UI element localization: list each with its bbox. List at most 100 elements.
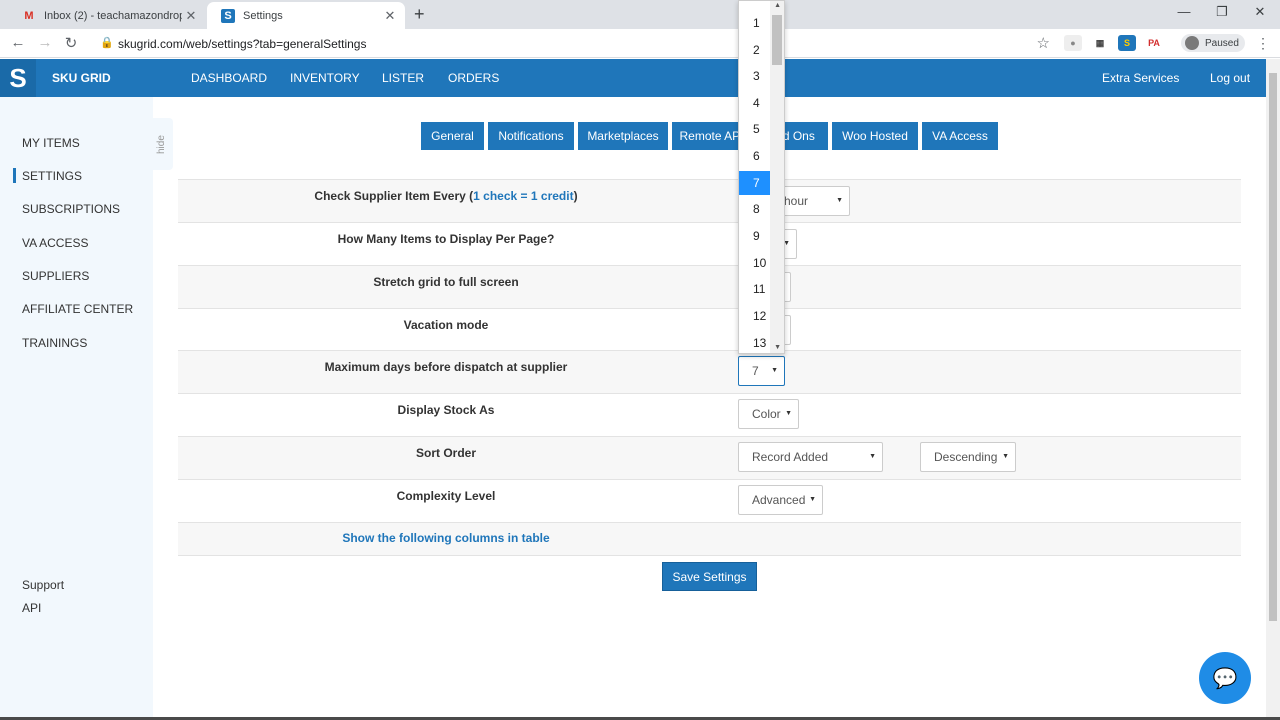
close-window-icon[interactable]: ✕ — [1250, 4, 1270, 20]
chevron-down-icon: ▼ — [836, 197, 843, 204]
chevron-down-icon: ▼ — [771, 367, 778, 374]
menu-icon[interactable]: ⋮ — [1256, 35, 1270, 52]
extension-grid-icon[interactable]: ▦ — [1091, 35, 1109, 51]
chat-bubble-icon[interactable]: 💬 — [1199, 652, 1251, 704]
gmail-icon: M — [24, 9, 34, 22]
chevron-down-icon: ▼ — [869, 453, 876, 460]
dropdown-scrollbar[interactable]: ▲ ▼ — [770, 1, 784, 353]
dropdown-option[interactable]: 6 — [739, 144, 771, 168]
dropdown-option[interactable]: 4 — [739, 91, 771, 115]
page-scrollbar[interactable] — [1266, 59, 1280, 720]
setting-row-complexity: Complexity Level — [178, 479, 1241, 522]
row-label: Maximum days before dispatch at supplier — [324, 360, 568, 374]
scroll-up-icon[interactable]: ▲ — [774, 2, 781, 9]
setting-row-sort-order: Sort Order — [178, 436, 1241, 479]
browser-tab-gmail[interactable]: M Inbox (2) - teachamazondropship ✕ — [8, 2, 206, 29]
scroll-thumb[interactable] — [1269, 73, 1277, 621]
sort-direction-select[interactable]: Descending ▼ — [920, 442, 1016, 472]
sort-field-select[interactable]: Record Added ▼ — [738, 442, 883, 472]
dropdown-option[interactable]: 9 — [739, 224, 771, 248]
nav-lister[interactable]: LISTER — [382, 71, 424, 85]
scroll-thumb[interactable] — [772, 15, 782, 65]
hide-sidebar-toggle[interactable]: hide — [153, 118, 173, 170]
setting-row-check-supplier: Check Supplier Item Every (1 check = 1 c… — [178, 179, 1241, 222]
dropdown-option[interactable]: 2 — [739, 38, 771, 62]
scroll-down-icon[interactable]: ▼ — [774, 344, 781, 351]
browser-tabstrip: M Inbox (2) - teachamazondropship ✕ S Se… — [0, 0, 1280, 29]
url-text: skugrid.com/web/settings?tab=generalSett… — [118, 37, 367, 51]
sidebar-item-support[interactable]: Support — [22, 578, 64, 592]
dropdown-option[interactable]: 12 — [739, 304, 771, 328]
nav-inventory[interactable]: INVENTORY — [290, 71, 360, 85]
chevron-down-icon: ▼ — [785, 410, 792, 417]
sidebar-item-affiliate-center[interactable]: AFFILIATE CENTER — [22, 302, 133, 316]
back-icon[interactable]: ← — [9, 34, 27, 51]
sidebar-item-subscriptions[interactable]: SUBSCRIPTIONS — [22, 202, 120, 216]
nav-dashboard[interactable]: DASHBOARD — [191, 71, 267, 85]
url-field[interactable]: 🔒 skugrid.com/web/settings?tab=generalSe… — [92, 32, 1062, 55]
sidebar-item-suppliers[interactable]: SUPPLIERS — [22, 269, 89, 283]
save-settings-button[interactable]: Save Settings — [662, 562, 757, 591]
setting-row-stretch-grid: Stretch grid to full screen — [178, 265, 1241, 308]
setting-row-items-per-page: How Many Items to Display Per Page? — [178, 222, 1241, 265]
minimize-icon[interactable]: — — [1174, 4, 1194, 19]
credit-note-link[interactable]: 1 check = 1 credit — [473, 189, 573, 203]
brand-name[interactable]: SKU GRID — [52, 71, 111, 85]
sidebar-active-indicator — [13, 168, 16, 183]
display-stock-select[interactable]: Color ▼ — [738, 399, 799, 429]
tab-general[interactable]: General — [421, 122, 484, 150]
row-label: Display Stock As — [397, 403, 495, 417]
tab-title: Settings — [243, 9, 283, 22]
dropdown-option[interactable]: 5 — [739, 117, 771, 141]
new-tab-icon[interactable]: + — [414, 4, 425, 25]
sidebar: MY ITEMS SETTINGS SUBSCRIPTIONS VA ACCES… — [0, 97, 153, 720]
sidebar-item-va-access[interactable]: VA ACCESS — [22, 236, 88, 250]
row-label: Check Supplier Item Every (1 check = 1 c… — [314, 189, 578, 203]
forward-icon[interactable]: → — [36, 34, 54, 51]
max-dispatch-days-select[interactable]: 7 ▼ — [738, 356, 785, 386]
close-tab-icon[interactable]: ✕ — [381, 8, 399, 24]
tab-title: Inbox (2) - teachamazondropship — [44, 9, 182, 22]
sidebar-item-api[interactable]: API — [22, 601, 41, 615]
sidebar-item-my-items[interactable]: MY ITEMS — [22, 136, 80, 150]
tab-marketplaces[interactable]: Marketplaces — [578, 122, 668, 150]
dropdown-option[interactable]: 1 — [739, 11, 771, 35]
logo-icon[interactable]: S — [0, 59, 36, 97]
profile-paused-button[interactable]: Paused — [1181, 34, 1245, 52]
maximize-icon[interactable]: ❐ — [1212, 4, 1232, 20]
tab-woo-hosted[interactable]: Woo Hosted — [832, 122, 918, 150]
complexity-level-select[interactable]: Advanced ▼ — [738, 485, 823, 515]
dropdown-option[interactable]: 10 — [739, 251, 771, 275]
show-columns-link[interactable]: Show the following columns in table — [178, 531, 714, 545]
extension-icon[interactable]: ● — [1064, 35, 1082, 51]
app-header: S SKU GRID DASHBOARD INVENTORY LISTER OR… — [0, 59, 1266, 97]
show-columns-row: Show the following columns in table — [178, 522, 1241, 556]
skugrid-favicon-icon: S — [221, 8, 235, 23]
extension-pa-icon[interactable]: PA — [1145, 35, 1163, 51]
nav-extra-services[interactable]: Extra Services — [1102, 71, 1179, 85]
tab-va-access[interactable]: VA Access — [922, 122, 998, 150]
dropdown-option[interactable]: 13 — [739, 331, 771, 353]
setting-row-vacation-mode: Vacation mode — [178, 308, 1241, 351]
dispatch-days-dropdown-list[interactable]: 1 2 3 4 5 6 7 8 9 10 11 12 13 ▲ ▼ — [738, 0, 785, 354]
dropdown-option[interactable]: 3 — [739, 64, 771, 88]
nav-logout[interactable]: Log out — [1210, 71, 1250, 85]
dropdown-option[interactable]: 11 — [739, 277, 771, 301]
browser-tab-settings[interactable]: S Settings ✕ — [207, 2, 405, 29]
tab-notifications[interactable]: Notifications — [488, 122, 574, 150]
setting-row-max-dispatch-days: Maximum days before dispatch at supplier — [178, 350, 1241, 393]
close-tab-icon[interactable]: ✕ — [182, 8, 200, 24]
profile-status: Paused — [1205, 37, 1239, 49]
sidebar-item-trainings[interactable]: TRAININGS — [22, 336, 87, 350]
bookmark-star-icon[interactable]: ☆ — [1037, 34, 1050, 52]
lock-icon: 🔒 — [100, 37, 114, 49]
dropdown-option[interactable]: 8 — [739, 197, 771, 221]
hide-label: hide — [156, 135, 167, 154]
reload-icon[interactable]: ↻ — [62, 34, 80, 52]
nav-orders[interactable]: ORDERS — [448, 71, 499, 85]
row-label: How Many Items to Display Per Page? — [337, 232, 555, 246]
dropdown-option-selected[interactable]: 7 — [739, 171, 771, 195]
sidebar-item-settings[interactable]: SETTINGS — [22, 169, 82, 183]
avatar — [1185, 36, 1199, 50]
extension-icon[interactable]: S — [1118, 35, 1136, 51]
